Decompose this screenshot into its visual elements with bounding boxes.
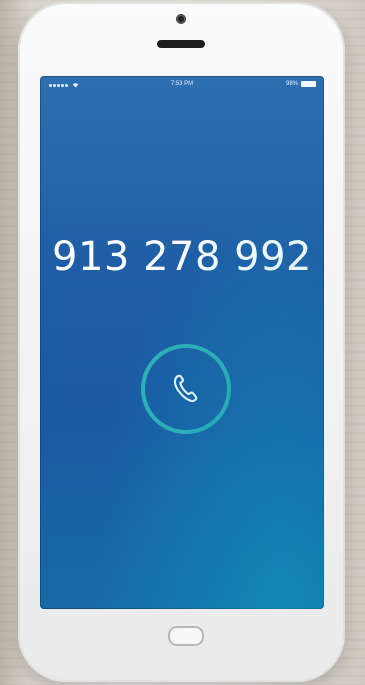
phone-handset-icon — [173, 374, 198, 403]
status-time: 7:53 PM — [170, 81, 194, 87]
call-button[interactable] — [141, 344, 231, 434]
battery-status: 98% — [286, 81, 316, 87]
front-camera-icon — [176, 14, 186, 24]
earpiece-speaker-icon — [157, 40, 205, 48]
battery-icon — [301, 81, 316, 87]
phone-screen: 7:53 PM 98% 913 278 992 — [40, 76, 324, 609]
battery-percentage: 98% — [285, 81, 298, 87]
phone-number: 913 278 992 — [52, 234, 312, 280]
home-button-icon[interactable] — [168, 626, 204, 646]
status-bar: 7:53 PM 98% — [40, 76, 324, 96]
phone-device: 7:53 PM 98% 913 278 992 — [18, 2, 345, 682]
